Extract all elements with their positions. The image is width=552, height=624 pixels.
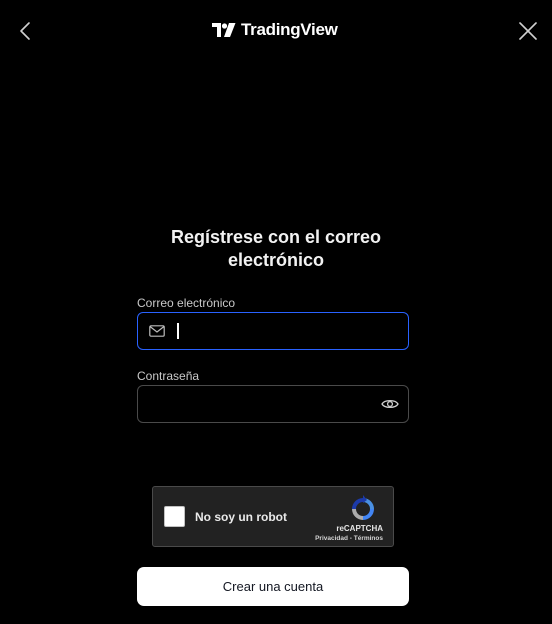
recaptcha-widget: No soy un robot reCAPTCHA Privacidad - T… — [152, 486, 394, 547]
close-button[interactable] — [516, 19, 540, 43]
email-input[interactable] — [176, 313, 408, 349]
recaptcha-logo-icon — [352, 495, 374, 520]
password-input[interactable] — [138, 386, 372, 422]
brand-name: TradingView — [241, 20, 338, 39]
signup-page: TradingView Regístrese con el correo ele… — [0, 0, 552, 624]
email-label: Correo electrónico — [137, 296, 236, 310]
close-icon — [519, 22, 537, 40]
recaptcha-label: No soy un robot — [195, 510, 287, 524]
password-label: Contraseña — [137, 369, 200, 383]
create-account-button[interactable]: Crear una cuenta — [137, 567, 409, 606]
back-button[interactable] — [14, 20, 36, 42]
text-caret — [177, 323, 179, 339]
page-title-line2: electrónico — [227, 250, 325, 270]
password-field[interactable] — [137, 385, 409, 423]
tradingview-logo: TradingView — [212, 19, 338, 41]
mail-icon — [138, 313, 176, 349]
email-field[interactable] — [137, 312, 409, 350]
chevron-left-icon — [20, 22, 30, 40]
eye-icon — [381, 399, 399, 409]
page-title-line1: Regístrese con el correo — [170, 227, 382, 247]
recaptcha-checkbox[interactable] — [164, 506, 185, 527]
page-title: Regístrese con el correo electrónico — [0, 226, 552, 272]
tradingview-logo-icon — [212, 23, 236, 37]
recaptcha-brand: reCAPTCHA — [336, 524, 383, 533]
recaptcha-links[interactable]: Privacidad - Términos — [315, 535, 383, 542]
show-password-button[interactable] — [372, 386, 408, 422]
